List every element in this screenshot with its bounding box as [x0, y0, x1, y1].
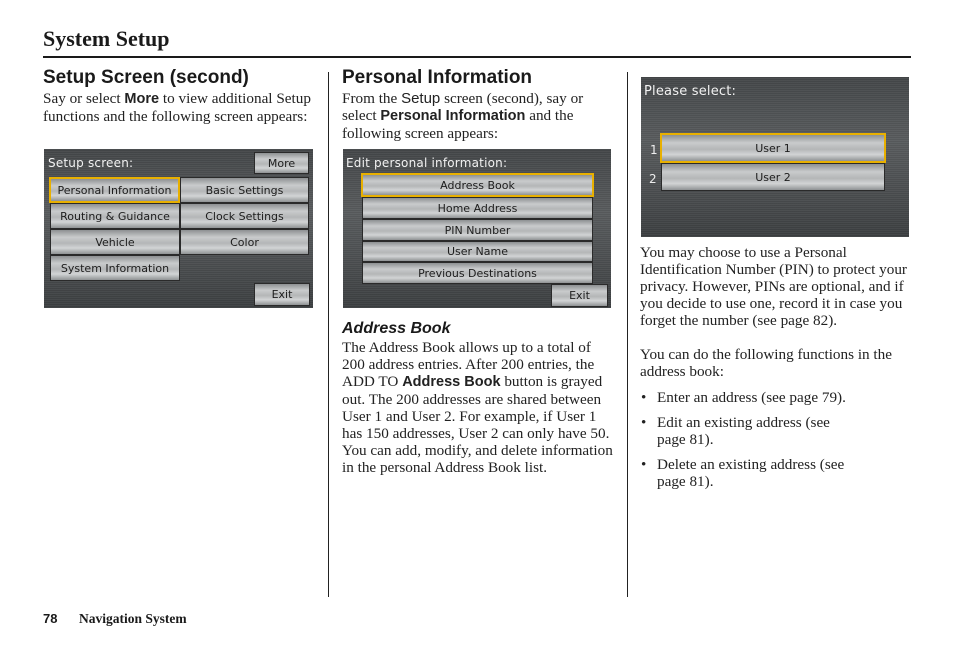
user-select-screen: Please select: 1 User 1 2 User 2 — [641, 77, 909, 237]
exit-button[interactable]: Exit — [551, 284, 608, 307]
functions-intro: You can do the following functions in th… — [640, 346, 892, 380]
edit-personal-information-screen: Edit personal information: Address Book … — [343, 149, 611, 308]
clock-settings-button[interactable]: Clock Settings — [180, 203, 309, 229]
system-information-button[interactable]: System Information — [50, 255, 180, 281]
intro-text: Say or select More to view additional Se… — [43, 90, 311, 125]
subsection-heading: Address Book — [342, 320, 451, 337]
address-book-text: The Address Book allows up to a total of… — [342, 339, 610, 442]
screen-title: Edit personal information: — [346, 156, 508, 170]
personal-information-button[interactable]: Personal Information — [49, 177, 180, 203]
address-book-section: Address Book The Address Book allows up … — [342, 319, 617, 476]
functions-list: Enter an address (see page 79). Edit an … — [640, 389, 855, 490]
option-number: 2 — [649, 172, 657, 186]
pin-number-button[interactable]: PIN Number — [362, 219, 593, 241]
column-personal-information: Personal Information From the Setup scre… — [342, 66, 617, 142]
user-1-button[interactable]: User 1 — [660, 133, 886, 163]
page-number: 78 — [43, 611, 58, 626]
previous-destinations-button[interactable]: Previous Destinations — [362, 262, 593, 284]
footer-section-name: Navigation System — [79, 611, 187, 626]
routing-guidance-button[interactable]: Routing & Guidance — [50, 203, 180, 229]
column-setup-screen: Setup Screen (second) Say or select More… — [43, 66, 313, 125]
exit-button[interactable]: Exit — [254, 283, 310, 306]
address-book-button[interactable]: Address Book — [361, 173, 594, 197]
list-item: Enter an address (see page 79). — [640, 389, 855, 406]
address-book-text-2: You can add, modify, and delete informat… — [342, 442, 613, 476]
screen-title: Setup screen: — [48, 156, 134, 170]
column-pin: You may choose to use a Personal Identif… — [640, 244, 910, 498]
list-item: Delete an existing address (see page 81)… — [640, 456, 855, 490]
color-button[interactable]: Color — [180, 229, 309, 255]
list-item: Edit an existing address (see page 81). — [640, 414, 855, 448]
column-divider — [328, 72, 329, 597]
home-address-button[interactable]: Home Address — [362, 197, 593, 219]
section-heading: Personal Information — [342, 67, 533, 88]
user-2-button[interactable]: User 2 — [661, 163, 885, 191]
intro-text: From the Setup screen (second), say or s… — [342, 90, 584, 142]
basic-settings-button[interactable]: Basic Settings — [180, 177, 309, 203]
vehicle-button[interactable]: Vehicle — [50, 229, 180, 255]
section-heading: Setup Screen (second) — [43, 67, 249, 88]
user-name-button[interactable]: User Name — [362, 241, 593, 262]
option-number: 1 — [650, 143, 658, 157]
pin-text: You may choose to use a Personal Identif… — [640, 244, 907, 329]
title-divider — [43, 56, 911, 58]
more-button[interactable]: More — [254, 152, 309, 174]
screen-title: Please select: — [644, 84, 737, 99]
page-title: System Setup — [43, 26, 170, 51]
setup-screen: Setup screen: More Personal Information … — [44, 149, 313, 308]
column-divider — [627, 72, 628, 597]
